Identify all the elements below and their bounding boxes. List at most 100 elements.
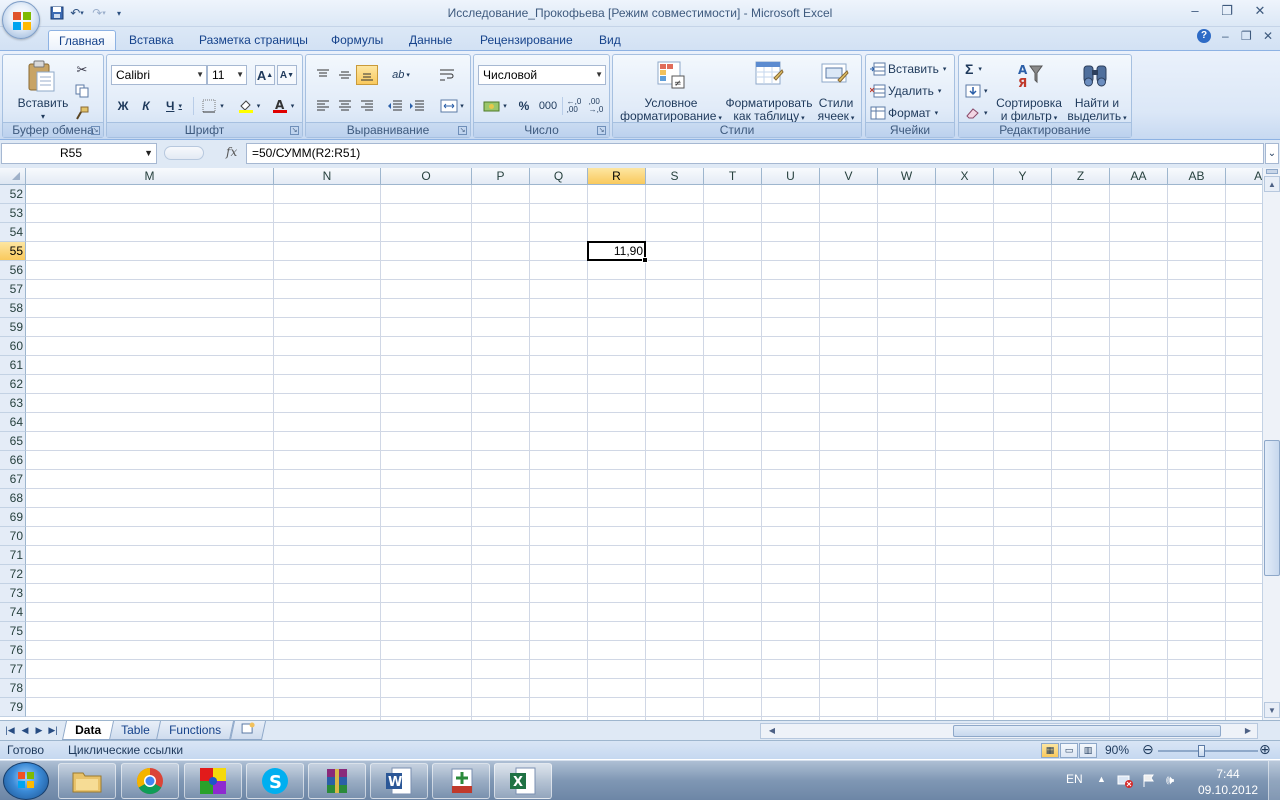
restore-button[interactable]: ❐: [1212, 0, 1242, 22]
cell-styles-icon[interactable]: [819, 59, 851, 91]
column-header-ab[interactable]: AB: [1168, 168, 1226, 185]
column-header-w[interactable]: W: [878, 168, 936, 185]
row-header-61[interactable]: 61: [0, 356, 26, 375]
close-button[interactable]: ✕: [1245, 0, 1275, 22]
sort-filter-icon[interactable]: AЯ: [1013, 59, 1045, 91]
cell-r55[interactable]: 11,90: [588, 244, 643, 258]
formula-input[interactable]: =50/СУММ(R2:R51): [246, 143, 1264, 164]
row-header-68[interactable]: 68: [0, 489, 26, 508]
borders-button[interactable]: ▾: [197, 96, 229, 116]
orientation-icon[interactable]: ab ▾: [386, 65, 416, 85]
page-layout-view-icon[interactable]: ▭: [1060, 743, 1078, 758]
fill-button[interactable]: ▾: [965, 81, 995, 101]
taskbar-spss[interactable]: [432, 763, 490, 799]
taskbar-excel[interactable]: X: [494, 763, 552, 799]
sheet-tab-data[interactable]: Data: [61, 721, 115, 740]
network-icon[interactable]: [1116, 773, 1134, 800]
delete-cells-button[interactable]: Удалить ▾: [870, 81, 952, 101]
font-color-button[interactable]: A ▾: [267, 96, 299, 116]
increase-decimal-icon[interactable]: ←,0,00: [564, 96, 584, 116]
percent-button[interactable]: %: [514, 96, 534, 116]
decrease-indent-icon[interactable]: [384, 96, 406, 116]
align-center-icon[interactable]: [334, 96, 356, 116]
column-header-q[interactable]: Q: [530, 168, 588, 185]
clear-button[interactable]: ▾: [965, 103, 995, 123]
fill-color-button[interactable]: ▾: [233, 96, 265, 116]
thousands-separator-button[interactable]: 000: [536, 96, 560, 116]
sheet-tab-functions[interactable]: Functions: [155, 721, 235, 740]
wrap-text-icon[interactable]: [436, 65, 458, 85]
paste-button[interactable]: Вставить: [7, 97, 79, 110]
alignment-launcher-icon[interactable]: ↘: [458, 126, 467, 135]
row-header-76[interactable]: 76: [0, 641, 26, 660]
workbook-restore-button[interactable]: ❐: [1241, 29, 1252, 43]
align-bottom-icon[interactable]: [356, 65, 378, 85]
row-header-63[interactable]: 63: [0, 394, 26, 413]
sheet-tab-table[interactable]: Table: [107, 721, 163, 740]
chevron-down-icon[interactable]: ▼: [144, 144, 153, 163]
status-circular-references[interactable]: Циклические ссылки: [68, 743, 183, 757]
help-icon[interactable]: ?: [1197, 29, 1211, 43]
font-size-combo[interactable]: 11 ▼: [207, 65, 247, 85]
row-header-74[interactable]: 74: [0, 603, 26, 622]
column-header-p[interactable]: P: [472, 168, 530, 185]
action-center-icon[interactable]: [1141, 773, 1157, 800]
row-header-54[interactable]: 54: [0, 223, 26, 242]
tab-formulas[interactable]: Формулы: [321, 30, 393, 51]
column-header-z[interactable]: Z: [1052, 168, 1110, 185]
copy-icon[interactable]: [73, 82, 91, 100]
first-sheet-icon[interactable]: |◀: [4, 723, 16, 737]
column-header-aa[interactable]: AA: [1110, 168, 1168, 185]
conditional-formatting-icon[interactable]: ≠: [655, 59, 687, 91]
normal-view-icon[interactable]: ▦: [1041, 743, 1059, 758]
zoom-slider[interactable]: [1158, 745, 1258, 757]
bold-button[interactable]: Ж: [113, 96, 133, 116]
currency-format-button[interactable]: ▾: [479, 96, 511, 116]
row-header-53[interactable]: 53: [0, 204, 26, 223]
cut-icon[interactable]: ✂: [73, 61, 91, 79]
row-header-59[interactable]: 59: [0, 318, 26, 337]
find-select-icon[interactable]: [1079, 59, 1111, 91]
split-handle[interactable]: [1266, 169, 1278, 174]
increase-indent-icon[interactable]: [406, 96, 428, 116]
office-button[interactable]: [2, 1, 40, 39]
tab-review[interactable]: Рецензирование: [470, 30, 583, 51]
column-header-u[interactable]: U: [762, 168, 820, 185]
row-header-55[interactable]: 55: [0, 242, 26, 261]
insert-cells-button[interactable]: Вставить ▾: [870, 59, 952, 79]
align-middle-icon[interactable]: [334, 65, 356, 85]
prev-sheet-icon[interactable]: ◀: [19, 723, 31, 737]
column-header-m[interactable]: M: [26, 168, 274, 185]
number-launcher-icon[interactable]: ↘: [597, 126, 606, 135]
tab-home[interactable]: Главная: [48, 30, 116, 51]
align-left-icon[interactable]: [312, 96, 334, 116]
row-header-65[interactable]: 65: [0, 432, 26, 451]
column-header-x[interactable]: X: [936, 168, 994, 185]
insert-function-icon[interactable]: fx: [226, 145, 237, 159]
row-header-71[interactable]: 71: [0, 546, 26, 565]
workbook-minimize-button[interactable]: –: [1222, 29, 1229, 43]
paste-icon[interactable]: [25, 59, 57, 93]
minimize-button[interactable]: –: [1180, 0, 1210, 22]
format-painter-icon[interactable]: [73, 104, 91, 122]
taskbar-chrome[interactable]: [121, 763, 179, 799]
sort-filter-button[interactable]: Сортировка и фильтр ▾: [993, 97, 1065, 125]
shrink-font-button[interactable]: A ▼: [277, 65, 297, 85]
align-top-icon[interactable]: [312, 65, 334, 85]
show-desktop-button[interactable]: [1268, 761, 1280, 800]
row-header-70[interactable]: 70: [0, 527, 26, 546]
language-indicator[interactable]: EN: [1066, 772, 1083, 800]
column-header-o[interactable]: O: [381, 168, 472, 185]
row-header-78[interactable]: 78: [0, 679, 26, 698]
taskbar-winrar[interactable]: [308, 763, 366, 799]
row-header-52[interactable]: 52: [0, 185, 26, 204]
scroll-right-icon[interactable]: ▶: [1241, 724, 1255, 738]
column-header-ac[interactable]: AC: [1226, 168, 1262, 185]
merge-center-icon[interactable]: ▾: [436, 96, 468, 116]
row-header-62[interactable]: 62: [0, 375, 26, 394]
scroll-up-icon[interactable]: ▲: [1264, 176, 1280, 192]
row-header-66[interactable]: 66: [0, 451, 26, 470]
taskbar-word[interactable]: W: [370, 763, 428, 799]
zoom-out-icon[interactable]: ⊖: [1142, 741, 1154, 758]
insert-sheet-tab[interactable]: [229, 721, 267, 740]
